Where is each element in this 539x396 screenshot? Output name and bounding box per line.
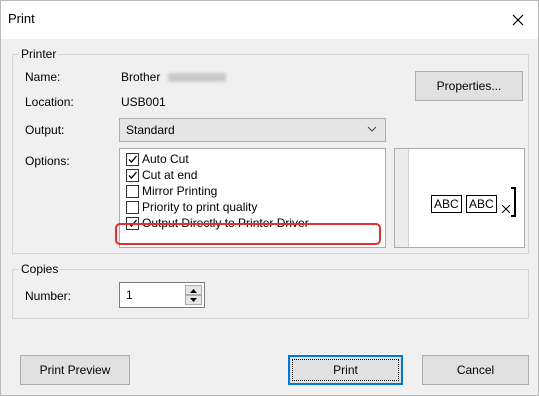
checkmark-icon: [128, 155, 137, 163]
tape-end-bracket: [511, 187, 516, 217]
option-label: Priority to print quality: [142, 200, 258, 214]
printer-group-label: Printer: [19, 47, 59, 61]
scissors-icon: [502, 205, 510, 213]
properties-button[interactable]: Properties...: [415, 71, 523, 101]
cancel-button-label: Cancel: [456, 363, 495, 377]
chevron-up-icon: [190, 288, 197, 293]
print-dialog: Print Printer Name: Brother Location: US…: [0, 0, 539, 396]
close-button[interactable]: [498, 1, 538, 39]
output-label: Output:: [25, 123, 65, 137]
location-value: USB001: [121, 95, 166, 109]
title-bar: Print: [1, 1, 538, 39]
output-select-value: Standard: [126, 123, 175, 137]
focus-rectangle: [292, 359, 399, 381]
option-item[interactable]: Cut at end: [126, 167, 197, 183]
number-label: Number:: [25, 289, 72, 303]
copies-group-label: Copies: [19, 262, 61, 276]
checkmark-icon: [128, 171, 137, 179]
highlight-annotation: [115, 223, 381, 245]
option-checkbox[interactable]: [126, 200, 139, 214]
preview-label-1: ABC: [431, 195, 462, 213]
spin-down-button[interactable]: [185, 295, 202, 305]
option-item[interactable]: Mirror Printing: [126, 183, 217, 199]
cancel-button[interactable]: Cancel: [422, 355, 529, 385]
properties-button-label: Properties...: [436, 79, 502, 93]
options-label: Options:: [25, 154, 70, 168]
option-label: Auto Cut: [142, 152, 189, 166]
print-preview-label: Print Preview: [39, 363, 111, 377]
print-button[interactable]: Print: [288, 355, 403, 385]
option-checkbox[interactable]: [126, 168, 139, 182]
close-icon: [512, 14, 524, 26]
option-label: Mirror Printing: [142, 184, 218, 198]
output-select[interactable]: Standard: [119, 118, 386, 142]
spin-up-button[interactable]: [185, 285, 202, 295]
option-checkbox[interactable]: [126, 152, 139, 166]
location-label: Location:: [25, 95, 74, 109]
cut-preview: ABC ABC: [394, 148, 525, 248]
chevron-down-icon: [190, 297, 197, 302]
copies-group: Copies: [12, 262, 529, 319]
print-preview-button[interactable]: Print Preview: [20, 355, 130, 385]
option-item[interactable]: Auto Cut: [126, 151, 189, 167]
option-checkbox[interactable]: [126, 184, 139, 198]
option-item[interactable]: Priority to print quality: [126, 199, 257, 215]
copies-number-value: 1: [126, 288, 133, 302]
dialog-title: Print: [8, 11, 35, 26]
redacted-model: [167, 73, 226, 83]
preview-strip: [395, 149, 409, 247]
name-label: Name:: [25, 70, 61, 84]
option-label: Cut at end: [142, 168, 198, 182]
chevron-down-icon: [367, 126, 377, 132]
copies-number-spinner[interactable]: 1: [119, 282, 205, 308]
spinner-arrows: [185, 285, 202, 305]
printer-name-value: Brother: [121, 70, 226, 84]
preview-label-2: ABC: [466, 195, 497, 213]
